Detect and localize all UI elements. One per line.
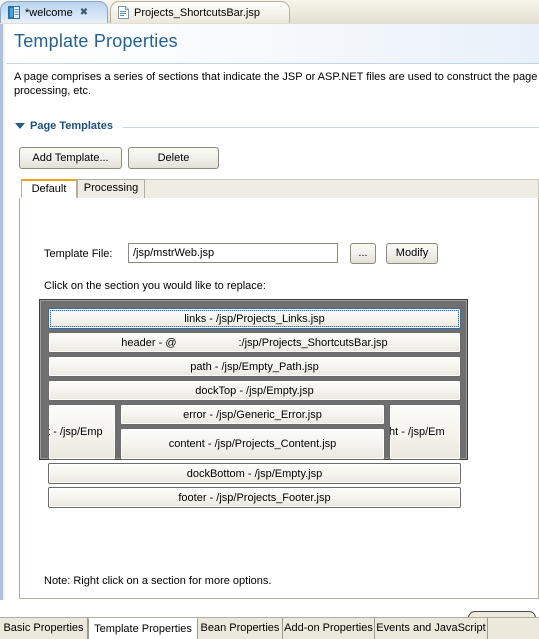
diagram-section-label: content - /jsp/Projects_Content.jsp: [168, 438, 337, 450]
delete-button[interactable]: Delete: [128, 147, 219, 169]
add-template-button[interactable]: Add Template...: [19, 147, 122, 169]
template-file-label: Template File:: [44, 248, 113, 260]
diagram-section-label-suffix: :/jsp/Projects_ShortcutsBar.jsp: [238, 336, 388, 349]
tab-basic-properties[interactable]: Basic Properties: [0, 618, 88, 639]
folder-page-default: Template File: ... Modify Click on the s…: [19, 198, 539, 599]
diagram-section-label: ht - /jsp/Em: [389, 426, 445, 438]
editor-tab-welcome[interactable]: *welcome ✖: [0, 1, 108, 23]
file-doc-icon: [118, 6, 129, 19]
close-icon[interactable]: ✖: [80, 7, 88, 18]
file-blue-icon: [8, 6, 20, 19]
intro-line-2: processing, etc.: [14, 85, 92, 97]
diagram-section-right[interactable]: ht - /jsp/Em: [389, 404, 461, 460]
diagram-note: Note: Right click on a section for more …: [44, 575, 272, 587]
diagram-section-left[interactable]: ft - /jsp/Emp: [48, 404, 116, 460]
editor-tab-strip: *welcome ✖ Projects_ShortcutsBar.jsp: [0, 0, 539, 25]
diagram-section-dockbottom[interactable]: dockBottom - /jsp/Empty.jsp: [48, 463, 461, 484]
folder-tab-filler: [145, 179, 539, 198]
template-layout-diagram: links - /jsp/Projects_Links.jsp header -…: [39, 299, 468, 508]
editor-tab-label: *welcome: [25, 6, 73, 19]
modify-button[interactable]: Modify: [386, 243, 438, 264]
diagram-section-label: ft - /jsp/Emp: [48, 426, 103, 438]
template-file-input[interactable]: [128, 243, 338, 263]
click-section-instruction: Click on the section you would like to r…: [44, 280, 266, 292]
eclipse-editor-window: *welcome ✖ Projects_ShortcutsBar.jsp Tem…: [0, 0, 539, 639]
editor-tab-label: Projects_ShortcutsBar.jsp: [134, 6, 260, 19]
section-divider: [123, 127, 539, 128]
diagram-section-label: path - /jsp/Empty_Path.jsp: [190, 360, 319, 373]
triangle-down-icon[interactable]: [15, 123, 25, 129]
diagram-section-label: links - /jsp/Projects_Links.jsp: [184, 312, 325, 325]
diagram-section-content[interactable]: content - /jsp/Projects_Content.jsp: [120, 428, 385, 460]
template-tab-folder: Default Processing Template File: ... Mo…: [19, 179, 539, 599]
tab-addon-properties[interactable]: Add-on Properties: [283, 618, 375, 639]
bottom-tab-filler: [488, 618, 539, 639]
intro-text: A page comprises a series of sections th…: [14, 70, 539, 98]
intro-line-1: A page comprises a series of sections th…: [14, 71, 539, 83]
page-templates-section-header[interactable]: Page Templates: [15, 120, 113, 132]
diagram-section-path[interactable]: path - /jsp/Empty_Path.jsp: [48, 356, 461, 377]
diagram-section-label: dockBottom - /jsp/Empty.jsp: [186, 467, 323, 480]
diagram-section-label-prefix: header - @: [121, 336, 177, 349]
diagram-section-label: error - /jsp/Generic_Error.jsp: [183, 408, 322, 421]
tab-processing[interactable]: Processing: [77, 179, 145, 198]
redacted-text-region: [177, 337, 239, 348]
diagram-section-links[interactable]: links - /jsp/Projects_Links.jsp: [48, 308, 461, 329]
diagram-section-label: dockTop - /jsp/Empty.jsp: [195, 384, 314, 397]
tab-template-properties[interactable]: Template Properties: [88, 618, 198, 639]
section-title: Page Templates: [30, 120, 113, 132]
diagram-section-footer[interactable]: footer - /jsp/Projects_Footer.jsp: [48, 487, 461, 508]
tab-bean-properties[interactable]: Bean Properties: [198, 618, 283, 639]
tab-events-and-javascript[interactable]: Events and JavaScript: [375, 618, 488, 639]
bottom-tab-strip: Basic Properties Template Properties Bea…: [0, 617, 539, 639]
browse-button[interactable]: ...: [350, 243, 376, 264]
diagram-section-error[interactable]: error - /jsp/Generic_Error.jsp: [120, 404, 385, 425]
diagram-section-docktop[interactable]: dockTop - /jsp/Empty.jsp: [48, 380, 461, 401]
editor-tab-projects-shortcutsbar[interactable]: Projects_ShortcutsBar.jsp: [110, 1, 290, 23]
diagram-section-label: footer - /jsp/Projects_Footer.jsp: [178, 491, 331, 504]
folder-tab-strip: Default Processing: [19, 179, 539, 199]
form-banner: Template Properties: [6, 24, 539, 64]
diagram-section-header[interactable]: header - @ :/jsp/Projects_ShortcutsBar.j…: [48, 332, 461, 353]
tab-default[interactable]: Default: [21, 179, 77, 198]
page-title: Template Properties: [14, 31, 178, 51]
form-body: Template Properties A page comprises a s…: [0, 24, 539, 600]
